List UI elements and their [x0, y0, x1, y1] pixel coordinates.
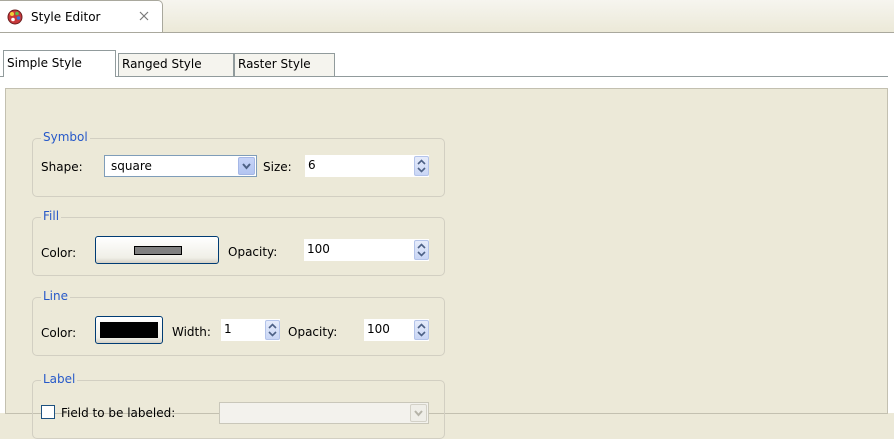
- line-width-spinner[interactable]: 1: [221, 319, 280, 341]
- fill-opacity-label: Opacity:: [228, 245, 278, 259]
- view-tab-bar: Style Editor: [0, 0, 894, 32]
- shape-value: square: [111, 159, 152, 173]
- tab-label: Raster Style: [238, 57, 311, 71]
- line-color-button[interactable]: [95, 316, 163, 344]
- tab-label: Ranged Style: [122, 57, 202, 71]
- fill-group: Fill Color: Opacity: 100: [32, 209, 445, 276]
- view-title: Style Editor: [31, 10, 101, 24]
- line-opacity-label: Opacity:: [288, 325, 338, 339]
- fill-group-title: Fill: [41, 209, 62, 223]
- symbol-group-title: Symbol: [41, 130, 90, 144]
- label-group: Label Field to be labeled:: [32, 372, 445, 439]
- shape-label: Shape:: [41, 160, 83, 174]
- size-spinner[interactable]: 6: [305, 155, 429, 177]
- spinner-arrows-icon[interactable]: [265, 320, 280, 340]
- tab-ranged-style[interactable]: Ranged Style: [118, 53, 234, 76]
- line-width-label: Width:: [172, 325, 211, 339]
- spinner-arrows-icon[interactable]: [414, 156, 429, 176]
- chevron-down-icon[interactable]: [410, 404, 427, 422]
- label-group-title: Label: [41, 372, 78, 386]
- style-editor-panel: Simple Style Ranged Style Raster Style S…: [0, 32, 894, 439]
- view-tab-style-editor[interactable]: Style Editor: [0, 0, 163, 32]
- size-value: 6: [308, 158, 316, 172]
- size-label: Size:: [263, 160, 292, 174]
- line-opacity-spinner[interactable]: 100: [364, 319, 429, 341]
- line-opacity-value: 100: [367, 322, 390, 336]
- chevron-down-icon[interactable]: [238, 157, 255, 175]
- field-to-label-checkbox[interactable]: [41, 405, 55, 419]
- close-icon[interactable]: [137, 9, 151, 23]
- line-width-value: 1: [224, 322, 232, 336]
- line-color-swatch: [100, 322, 158, 338]
- tab-strip-divider: [0, 76, 888, 77]
- symbol-group: Symbol Shape: square Size: 6: [32, 130, 445, 197]
- fill-color-label: Color:: [41, 246, 77, 260]
- spinner-arrows-icon[interactable]: [414, 240, 429, 260]
- tab-label: Simple Style: [7, 56, 82, 70]
- fill-color-button[interactable]: [95, 236, 219, 264]
- tab-simple-style[interactable]: Simple Style: [3, 50, 116, 77]
- shape-select[interactable]: square: [104, 155, 257, 177]
- field-to-label-select[interactable]: [219, 402, 429, 424]
- fill-opacity-value: 100: [307, 242, 330, 256]
- fill-opacity-spinner[interactable]: 100: [304, 239, 429, 261]
- line-color-label: Color:: [41, 326, 77, 340]
- palette-icon: [7, 9, 23, 25]
- simple-style-content: Symbol Shape: square Size: 6 Fill Color:: [5, 88, 888, 439]
- fill-color-swatch: [134, 246, 182, 255]
- spinner-arrows-icon[interactable]: [414, 320, 429, 340]
- tab-raster-style[interactable]: Raster Style: [234, 53, 335, 76]
- line-group: Line Color: Width: 1 Opacity: 100: [32, 289, 445, 356]
- field-to-label-label: Field to be labeled:: [61, 406, 176, 420]
- line-group-title: Line: [41, 289, 71, 303]
